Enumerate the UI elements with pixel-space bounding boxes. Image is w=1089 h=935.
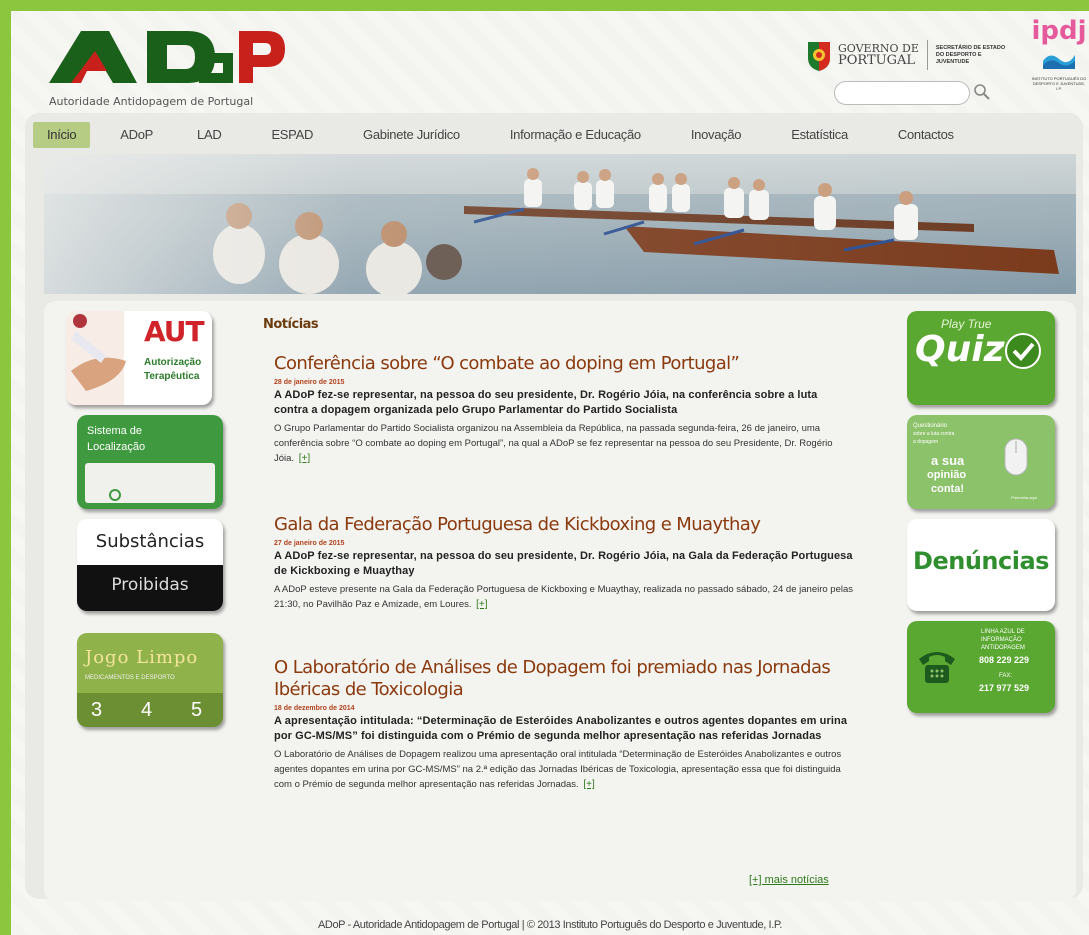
nav-item-inicio[interactable]: Início	[33, 122, 91, 148]
linha-azul-fax: 217 977 529	[979, 683, 1030, 693]
gov-secretary: SECRETÁRIO DE ESTADO DO DESPORTO E JUVEN…	[935, 44, 1006, 65]
questionario-line1: Questionário	[913, 423, 948, 429]
ipdj-wave-icon	[1043, 55, 1075, 69]
news-article: Conferência sobre “O combate ao doping e…	[274, 353, 854, 466]
article-date: 18 de dezembro de 2014	[274, 705, 355, 712]
jogo-limpo-title: Jogo Limpo	[85, 647, 199, 668]
article-title[interactable]: Gala da Federação Portuguesa de Kickboxi…	[274, 514, 854, 536]
news-article: O Laboratório de Análises de Dopagem foi…	[274, 657, 854, 792]
article-title[interactable]: Conferência sobre “O combate ao doping e…	[274, 353, 854, 375]
article-body: A ADoP esteve presente na Gala da Federa…	[274, 584, 854, 610]
substancias-proibidas-banner[interactable]: Substâncias Proibidas	[77, 519, 223, 611]
nav-item-lad[interactable]: LAD	[183, 122, 235, 148]
article-more-link[interactable]: [+]	[299, 453, 310, 464]
denuncias-banner[interactable]: Denúncias	[907, 519, 1055, 611]
more-news-link[interactable]: [+] mais notícias	[749, 874, 829, 886]
aut-line1: Autorização	[144, 357, 202, 368]
linha-azul-phone: 808 229 229	[979, 655, 1030, 665]
aut-title: AUT	[144, 315, 205, 348]
linha-azul-line3: ANTIDOPAGEM	[981, 645, 1025, 651]
news-heading: Notícias	[263, 317, 319, 332]
article-lead: A ADoP fez-se representar, na pessoa do …	[274, 550, 853, 577]
questionario-line4: a sua	[931, 453, 965, 468]
lane-number-4: 4	[141, 699, 153, 721]
localizacao-form-preview	[85, 463, 215, 503]
nav-item-informacao-educacao[interactable]: Informação e Educação	[496, 122, 655, 148]
linha-azul-banner[interactable]: LINHA AZUL DE INFORMAÇÃO ANTIDOPAGEM 808…	[907, 621, 1055, 713]
linha-azul-line2: INFORMAÇÃO	[981, 637, 1022, 643]
article-more-link[interactable]: [+]	[476, 599, 487, 610]
denuncias-label: Denúncias	[913, 547, 1049, 575]
questionario-line6: conta!	[931, 483, 964, 495]
ipdj-logo[interactable]: ipdj INSTITUTO PORTUGUÊS DO DESPORTO E J…	[1031, 17, 1087, 107]
linha-azul-line1: LINHA AZUL DE	[981, 629, 1025, 635]
questionario-line2: sobre a luta contra	[913, 431, 955, 437]
jogo-limpo-banner[interactable]: Jogo Limpo MEDICAMENTOS E DESPORTO 3 4 5	[77, 633, 223, 727]
computer-mouse-icon	[1004, 438, 1028, 476]
sistema-localizacao-banner[interactable]: Sistema de Localização	[77, 415, 223, 509]
ipdj-mark: ipdj	[1031, 16, 1087, 46]
lane-number-5: 5	[191, 699, 203, 721]
localizacao-line2: Localização	[87, 441, 146, 453]
substancias-bottom: Proibidas	[111, 575, 189, 595]
page: Autoridade Antidopagem de Portugal GOVER…	[11, 11, 1089, 935]
quiz-big: Quiz	[915, 329, 1005, 370]
questionario-line3: a dopagem	[913, 439, 939, 445]
main-nav: Início ADoP LAD ESPAD Gabinete Jurídico …	[33, 119, 1073, 151]
play-true-quiz-banner[interactable]: Play True Quiz	[907, 311, 1055, 405]
divider	[926, 40, 928, 70]
jogo-limpo-sub: MEDICAMENTOS E DESPORTO	[85, 675, 175, 681]
article-title[interactable]: O Laboratório de Análises de Dopagem foi…	[274, 657, 854, 701]
aut-banner[interactable]: AUT Autorização Terapêutica	[66, 311, 212, 405]
checkmark-icon	[1005, 333, 1041, 369]
questionario-banner[interactable]: Questionário sobre a luta contra a dopag…	[907, 415, 1055, 509]
article-body: O Laboratório de Análises de Dopagem rea…	[274, 749, 842, 790]
lane-number-3: 3	[91, 699, 103, 721]
nav-item-espad[interactable]: ESPAD	[257, 122, 327, 148]
questionario-line5: opinião	[927, 469, 967, 481]
ipdj-subtitle: INSTITUTO PORTUGUÊS DO DESPORTO E JUVENT…	[1031, 76, 1087, 91]
nav-item-inovacao[interactable]: Inovação	[677, 122, 755, 148]
article-date: 27 de janeiro de 2015	[274, 540, 345, 547]
location-pin-icon	[109, 489, 121, 501]
nav-item-estatistica[interactable]: Estatística	[777, 122, 862, 148]
aut-line2: Terapêutica	[144, 371, 200, 382]
gov-line2: PORTUGAL	[838, 53, 915, 68]
footer: ADoP - Autoridade Antidopagem de Portuga…	[317, 919, 783, 931]
article-more-link[interactable]: [+]	[583, 779, 594, 790]
governo-portugal-logo[interactable]: GOVERNO DE PORTUGAL SECRETÁRIO DE ESTADO…	[806, 33, 1016, 77]
linha-azul-fax-label: FAX:	[999, 673, 1013, 679]
article-lead: A ADoP fez-se representar, na pessoa do …	[274, 389, 818, 416]
nav-item-adop[interactable]: ADoP	[106, 122, 167, 148]
hero-banner-rowing-image	[44, 154, 1076, 294]
logo-subtitle: Autoridade Antidopagem de Portugal	[49, 95, 254, 108]
portugal-flag-emblem-icon	[808, 42, 830, 71]
news-article: Gala da Federação Portuguesa de Kickboxi…	[274, 514, 854, 612]
search-icon[interactable]	[973, 83, 991, 101]
article-date: 28 de janeiro de 2015	[274, 379, 345, 386]
questionario-note: Preencha aqui	[1011, 495, 1037, 500]
search-input[interactable]	[834, 81, 970, 105]
nav-item-contactos[interactable]: Contactos	[884, 122, 968, 148]
nav-item-gabinete-juridico[interactable]: Gabinete Jurídico	[349, 122, 474, 148]
localizacao-line1: Sistema de	[87, 425, 143, 437]
telephone-icon	[919, 652, 955, 683]
article-body: O Grupo Parlamentar do Partido Socialist…	[274, 423, 833, 464]
article-lead: A apresentação intitulada: “Determinação…	[274, 715, 848, 742]
substancias-top: Substâncias	[95, 531, 205, 552]
